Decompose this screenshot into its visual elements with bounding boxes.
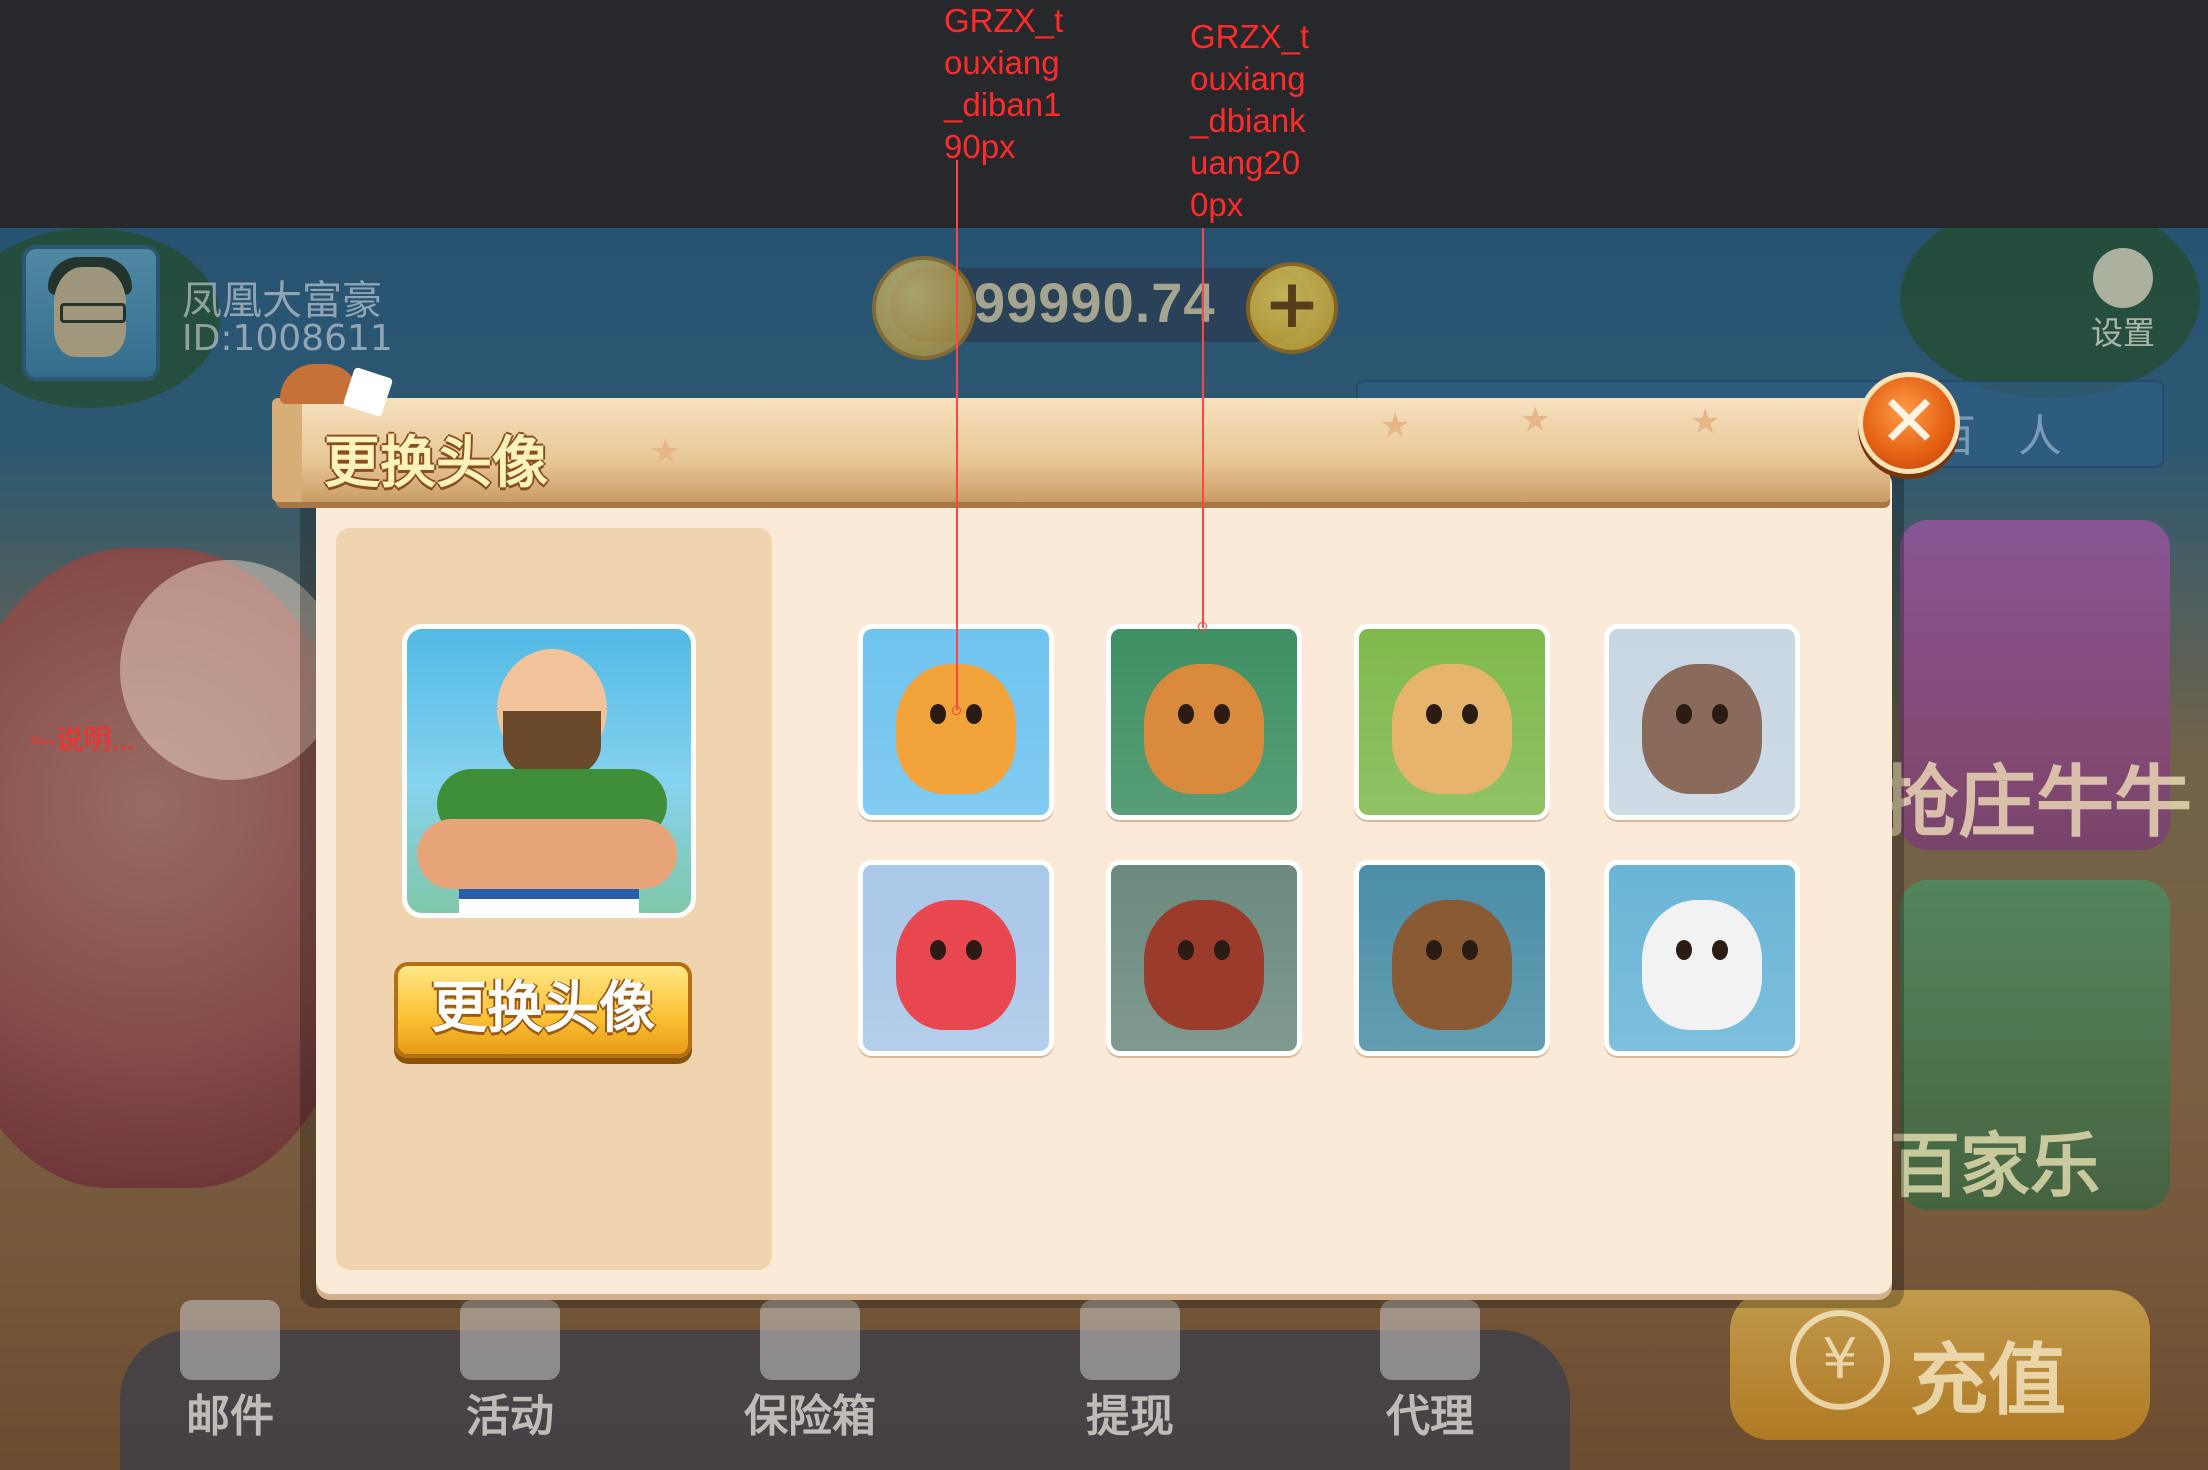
nav-agent-label: 代理 (1386, 1391, 1474, 1442)
avatar-option-bear[interactable] (1354, 860, 1550, 1056)
nav-safe-label: 保险箱 (744, 1391, 876, 1442)
close-button[interactable]: ✕ (1858, 372, 1960, 474)
change-avatar-button[interactable]: 更换头像 (394, 962, 692, 1058)
nav-activity-label: 活动 (466, 1391, 554, 1442)
bear-icon (1392, 900, 1512, 1031)
gift-icon (460, 1300, 560, 1380)
nav-safe[interactable]: 保险箱 (730, 1300, 890, 1444)
eye-icon (930, 704, 946, 725)
safe-icon (760, 1300, 860, 1380)
eye-icon (1712, 940, 1728, 961)
avatar-option-husky-rose[interactable] (1604, 860, 1800, 1056)
annotation-leader-line (1202, 228, 1204, 628)
header-ribbon (272, 398, 302, 502)
avatar-option-husky[interactable] (1604, 624, 1800, 820)
nav-withdraw[interactable]: 提现 (1050, 1300, 1210, 1444)
avatar-option-calf[interactable] (1354, 624, 1550, 820)
gear-icon (2093, 248, 2153, 308)
nav-mail[interactable]: 邮件 (150, 1300, 310, 1444)
eye-icon (1426, 940, 1442, 961)
annotation-bullet-icon: ▫– (30, 724, 56, 755)
eye-icon (1214, 704, 1230, 725)
player-id: ID:1008611 (182, 318, 393, 359)
husky-rose-icon (1642, 900, 1762, 1031)
eye-icon (930, 940, 946, 961)
modal-title: 更换头像 (324, 431, 548, 496)
eye-icon (1712, 704, 1728, 725)
avatar-option-cat-pilot[interactable] (1106, 624, 1302, 820)
eye-icon (1462, 940, 1478, 961)
eye-icon (1676, 704, 1692, 725)
eye-icon (1214, 940, 1230, 961)
cat-pilot-icon (1144, 664, 1264, 795)
eye-icon (966, 704, 982, 725)
annotation-label-biankuang: GRZX_t ouxiang _dbiank uang20 0px (1190, 18, 1310, 223)
settings-label: 设置 (2090, 314, 2155, 352)
annotation-label-diban: GRZX_t ouxiang _diban1 90px (944, 2, 1064, 165)
annotation-side-note: ▫–说明... (30, 718, 135, 758)
annotation-leader-line (956, 160, 958, 710)
husky-icon (1642, 664, 1762, 795)
avatar-option-horse[interactable] (1106, 860, 1302, 1056)
horse-icon (1144, 900, 1264, 1031)
mail-icon (180, 1300, 280, 1380)
star-icon: ★ (1380, 406, 1411, 446)
annotation-marker (952, 706, 961, 715)
withdraw-icon (1080, 1300, 1180, 1380)
star-icon: ★ (650, 432, 681, 472)
coin-icon (872, 256, 976, 360)
nav-withdraw-label: 提现 (1086, 1391, 1174, 1442)
crossed-arms (417, 819, 677, 889)
eye-icon (1178, 704, 1194, 725)
nav-mail-label: 邮件 (186, 1391, 274, 1442)
star-icon: ★ (1520, 400, 1551, 440)
nav-agent[interactable]: 代理 (1350, 1300, 1510, 1444)
annotation-marker (1198, 622, 1207, 631)
avatar-option-dragon[interactable] (858, 860, 1054, 1056)
eye-icon (1462, 704, 1478, 725)
glasses-icon (60, 303, 126, 323)
annotation-side-text: 说明... (55, 724, 135, 755)
add-coins-button[interactable]: + (1246, 262, 1338, 354)
coin-balance: 99990.74 (974, 271, 1216, 334)
dragon-icon (896, 900, 1016, 1031)
eye-icon (1178, 940, 1194, 961)
annotation-area (0, 0, 2208, 228)
eye-icon (1426, 704, 1442, 725)
player-avatar[interactable] (22, 245, 160, 381)
game-card-niuniu-label: 抢庄牛牛 (1880, 758, 2193, 848)
game-card-baccarat-label: 百家乐 (1890, 1125, 2100, 1207)
settings-button[interactable]: 设置 (2078, 248, 2168, 352)
star-icon: ★ (1690, 402, 1721, 442)
eye-icon (966, 940, 982, 961)
current-avatar (402, 624, 696, 918)
calf-icon (1392, 664, 1512, 795)
nav-activity[interactable]: 活动 (430, 1300, 590, 1444)
recharge-label: 充值 (1910, 1336, 2067, 1426)
eye-icon (1676, 940, 1692, 961)
agent-icon (1380, 1300, 1480, 1380)
yuan-icon: ¥ (1790, 1310, 1890, 1410)
